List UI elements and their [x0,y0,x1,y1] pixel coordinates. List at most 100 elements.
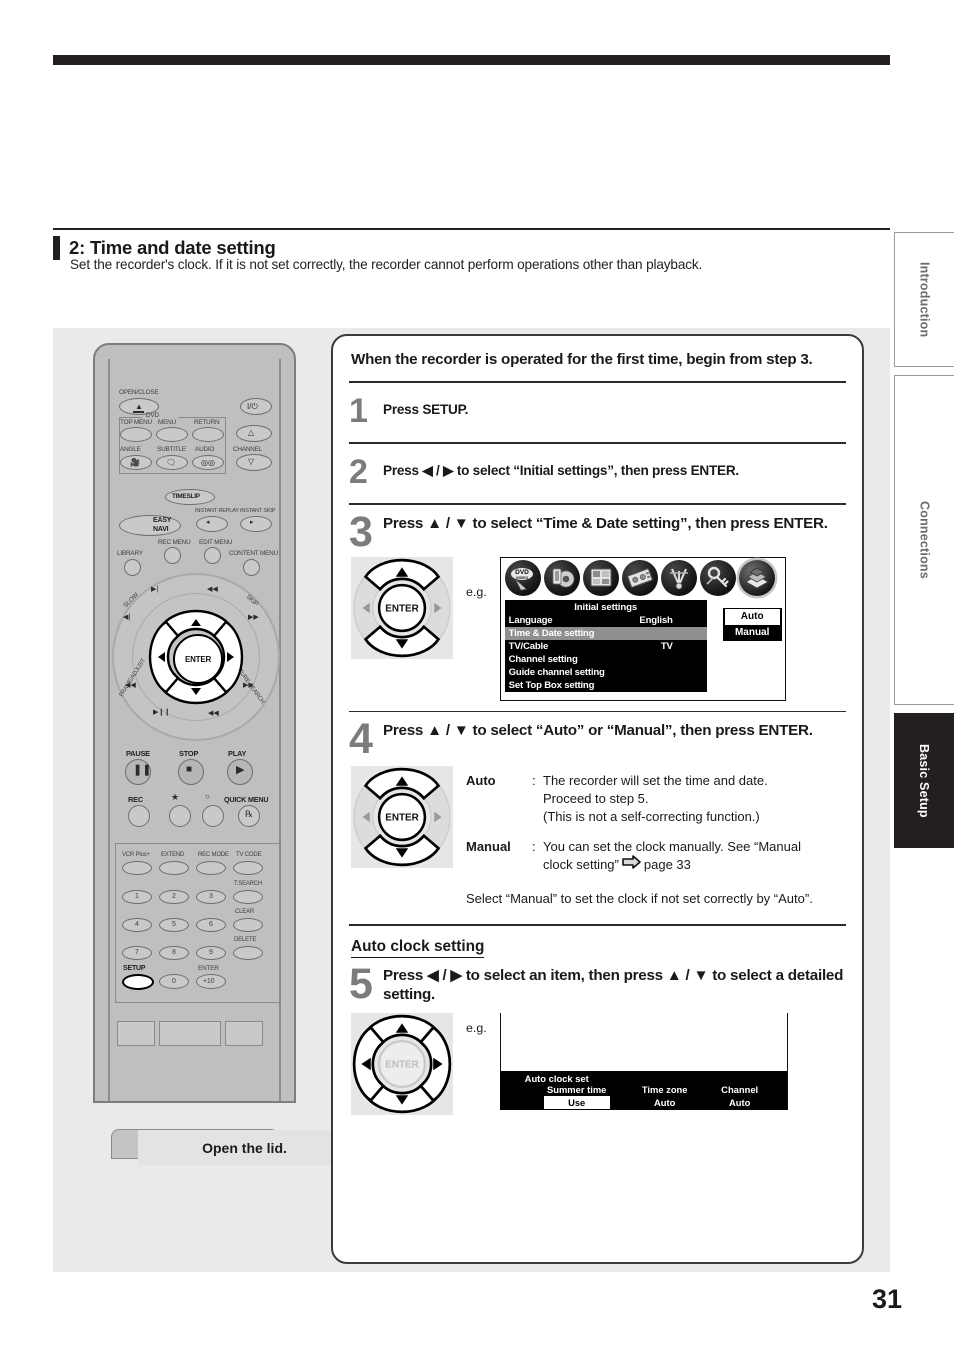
antenna-tuner-icon[interactable] [660,559,697,596]
enter-button[interactable]: ENTER [173,634,223,684]
osd-menu-panel: Initial settings Language English Time &… [504,599,707,692]
osd-col-summer-time[interactable]: Summer time Use [522,1084,632,1109]
label-rec: REC [128,795,144,804]
label-clear: CLEAR [235,909,255,915]
button-edit-menu[interactable] [204,547,221,564]
button-rec[interactable] [128,805,150,827]
osd-initial-settings-screen: DVD VIDEO Initial settings Language Engl… [499,556,786,701]
osd-row-guide-channel-setting[interactable]: Guide channel setting [505,666,707,679]
label-setup: SETUP [123,965,146,972]
lid-piece-center [159,1021,221,1046]
audio-speaker-icon[interactable] [543,559,580,596]
auto-clock-heading-wrap: Auto clock setting [349,926,846,960]
step-1-number: 1 [349,392,368,431]
label-rec-menu: REC MENU [158,539,191,546]
button-easy-navi[interactable] [119,515,181,536]
osd-option-manual[interactable]: Manual [723,625,782,641]
initial-settings-book-icon[interactable] [738,559,775,596]
button-tv-code[interactable] [233,861,263,875]
dpad-updown-shape: ENTER [353,558,451,657]
button-content-menu[interactable] [243,559,260,576]
label-plus-10: +10 [203,978,215,985]
osd-row-language[interactable]: Language English [505,614,707,627]
osd-col-time-zone[interactable]: Time zone Auto [620,1084,710,1109]
label-num-4: 4 [135,921,139,928]
slow-reverse-icon: ◀| [123,614,131,621]
step-4-dpad-illustration: ENTER [351,766,453,869]
button-instant-skip[interactable] [240,516,272,532]
definition-line: You can set the clock manually. See “Man… [543,838,801,854]
side-tab-connections[interactable]: Connections [894,375,954,705]
osd-col-value: Auto [728,1096,751,1108]
button-circle[interactable] [202,805,224,827]
button-instant-replay[interactable] [196,516,228,532]
osd-row-set-top-box-setting[interactable]: Set Top Box setting [505,679,707,692]
button-rec-mode[interactable] [196,861,226,875]
label-num-5: 5 [172,921,176,928]
definition-colon: : [532,773,536,789]
osd-col-header: Time zone [641,1083,688,1095]
button-return[interactable] [192,427,224,442]
osd-row-label: Language [508,614,553,626]
page-reference[interactable]: page 33 [644,856,691,874]
circle-icon: ○ [205,792,210,801]
label-extend: EXTEND [161,852,185,858]
button-vcr-plus[interactable] [122,861,152,875]
step-3-number: 3 [349,507,373,556]
button-t-search[interactable] [233,890,263,904]
definition-line: Proceed to step 5. [543,791,649,807]
step-1: 1 Press SETUP. [349,383,846,442]
label-vcr-plus: VCR Plus+ [122,852,150,858]
step-4-number: 4 [349,715,373,764]
label-edit-menu: EDIT MENU [199,539,233,546]
osd-auto-clock-video-area [499,1012,787,1071]
osd-menu-title: Initial settings [574,601,638,613]
label-open-close: OPEN/CLOSE [119,389,159,396]
side-tab-basic-setup[interactable]: Basic Setup [894,713,954,848]
button-library[interactable] [124,559,141,576]
step-3-eg-label: e.g. [466,584,487,599]
label-top-menu: TOP MENU [120,419,152,426]
dvd-video-icon[interactable]: DVD VIDEO [504,559,541,596]
audio-icon: ◎◎ [201,458,215,467]
osd-col-channel[interactable]: Channel Auto [698,1084,782,1109]
definition-manual: Manual : You can set the clock manually.… [466,838,846,875]
button-star[interactable] [169,805,191,827]
button-extend[interactable] [159,861,189,875]
osd-col-header: Summer time [546,1083,607,1095]
chevron-up-icon: △ [248,428,255,437]
label-rec-mode: REC MODE [198,852,229,858]
steps-card-inner: When the recorder is operated for the fi… [349,346,846,1115]
button-setup[interactable] [122,974,154,990]
step-4-figure-row: ENTER Auto : The recorder will set the t… [349,758,846,908]
button-rec-menu[interactable] [164,547,181,564]
osd-option-auto[interactable]: Auto [724,608,780,625]
key-tools-icon[interactable] [699,559,736,596]
section-accent-bar [53,236,60,261]
osd-row-label: Set Top Box setting [508,679,595,691]
lead-note: When the recorder is operated for the fi… [351,351,813,368]
chevron-down-icon: ▽ [248,457,255,466]
label-audio: AUDIO [195,446,215,453]
step-3-dpad-illustration: ENTER [351,556,453,659]
osd-row-time-date-setting[interactable]: Time & Date setting [504,626,707,640]
right-arrow-icon [622,855,641,874]
definition-auto: Auto : The recorder will set the time an… [466,772,846,825]
remote-rail-left [108,359,110,1101]
button-top-menu[interactable] [120,427,152,442]
osd-row-tv-cable[interactable]: TV/Cable TV [505,640,707,653]
remote-control-illustration: OPEN/CLOSE ▲ I/⏻ DVD TOP MENU MENU RETUR… [93,343,351,1233]
side-tab-introduction[interactable]: Introduction [894,232,954,367]
osd-auto-clock-bar: Auto clock set Summer time Use Time zone… [499,1070,787,1110]
recording-deck-icon[interactable] [621,559,658,596]
step-2: 2 Press ◀ / ▶ to select “Initial setting… [349,444,846,503]
label-num-3: 3 [209,893,213,900]
remote-dpad[interactable]: ENTER [147,608,245,706]
button-menu[interactable] [156,427,188,442]
definition-line: clock setting” [543,856,619,872]
display-grid-icon[interactable] [582,559,619,596]
button-delete[interactable] [233,946,263,960]
osd-row-channel-setting[interactable]: Channel setting [505,653,707,666]
label-num-1: 1 [135,893,139,900]
button-clear[interactable] [233,918,263,932]
